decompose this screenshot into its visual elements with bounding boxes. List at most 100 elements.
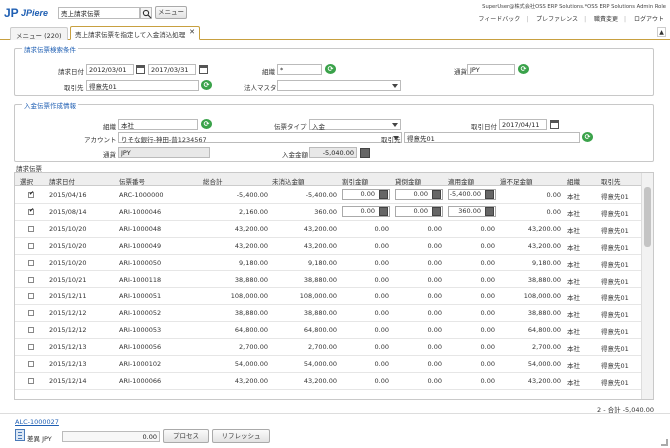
lookup-icon[interactable]: ⟳ — [518, 64, 529, 74]
cell-writeoff-input[interactable]: 0.00 — [395, 205, 443, 217]
account-select[interactable]: りそな銀行-神田-普1234567 — [118, 132, 402, 144]
close-icon[interactable]: ✕ — [189, 28, 195, 36]
col-overunder[interactable]: 過不足金額 — [500, 176, 533, 186]
allocation-link[interactable]: ALC-1000027 — [15, 418, 59, 426]
table-row[interactable]: 2015/04/16 ARC-1000000 -5,400.00 -5,400.00 0… — [15, 187, 641, 204]
cell-open: -5,400.00 — [305, 191, 337, 199]
doctype-select[interactable]: 入金 — [309, 119, 401, 131]
bp-field[interactable] — [86, 80, 199, 91]
lookup-icon[interactable]: ⟳ — [325, 64, 336, 74]
resize-handle-icon[interactable] — [661, 439, 668, 446]
trx-date-label: 取引日付 — [471, 123, 497, 131]
search-icon-button[interactable] — [140, 7, 152, 19]
cell-open: 43,200.00 — [303, 376, 337, 385]
change-role-link[interactable]: 職責変更 — [594, 16, 618, 23]
tab-allocation[interactable]: 売上請求伝票を指定して入金消込処理 ✕ — [70, 26, 200, 40]
col-total[interactable]: 総合計 — [203, 176, 223, 186]
col-select[interactable]: 選択 — [20, 176, 33, 186]
corp-master-select[interactable] — [277, 80, 401, 91]
calculator-icon[interactable] — [485, 206, 494, 216]
cell-overunder: 0.00 — [546, 191, 561, 199]
cell-applied-input[interactable]: 360.00 — [448, 205, 496, 217]
col-discount[interactable]: 割引金額 — [342, 176, 368, 186]
cell-discount: 0.00 — [374, 292, 389, 301]
search-icon — [142, 9, 152, 19]
menu-button[interactable]: メニュー — [155, 6, 187, 19]
row-select-checkbox[interactable] — [28, 225, 34, 232]
row-select-checkbox[interactable] — [28, 377, 34, 384]
calendar-icon[interactable] — [550, 120, 559, 129]
cell-applied-input[interactable]: -5,400.00 — [448, 189, 496, 200]
document-icon[interactable] — [15, 429, 25, 441]
app-logo[interactable]: JP JPiere — [4, 6, 64, 20]
table-row[interactable]: 2015/10/20 ARI-1000049 43,200.00 43,200.00 0… — [15, 238, 641, 255]
cell-writeoff: 0.00 — [427, 275, 442, 284]
row-select-checkbox[interactable] — [28, 190, 34, 198]
table-row[interactable]: 2015/10/20 ARI-1000050 9,180.00 9,180.00 0.0… — [15, 255, 641, 272]
cell-date: 2015/12/13 — [49, 343, 87, 352]
feedback-link[interactable]: フィードバック — [478, 16, 520, 23]
calculator-icon[interactable] — [379, 206, 388, 216]
lookup-icon[interactable]: ⟳ — [582, 132, 593, 142]
cell-writeoff-input[interactable]: 0.00 — [395, 189, 443, 200]
col-bp[interactable]: 取引先 — [601, 176, 621, 186]
table-row[interactable]: 2015/10/20 ARI-1000048 43,200.00 43,200.00 0… — [15, 221, 641, 238]
cell-discount-input[interactable]: 0.00 — [342, 189, 390, 200]
row-select-checkbox[interactable] — [28, 276, 34, 283]
col-open[interactable]: 未消込金額 — [272, 176, 305, 186]
row-select-checkbox[interactable] — [28, 310, 34, 317]
lookup-icon[interactable]: ⟳ — [201, 80, 212, 90]
row-select-checkbox[interactable] — [28, 259, 34, 266]
table-row[interactable]: 2015/08/14 ARI-1000046 2,160.00 360.00 0.00 0… — [15, 204, 641, 221]
invoice-date-to[interactable] — [148, 64, 196, 75]
row-select-checkbox[interactable] — [28, 344, 34, 351]
cell-applied: 0.00 — [480, 360, 495, 368]
invoice-date-from[interactable] — [86, 64, 134, 75]
cell-open: 2,700.00 — [308, 343, 337, 352]
cell-open: 38,880.00 — [303, 275, 337, 284]
table-row[interactable]: 2015/12/12 ARI-1000053 64,800.00 64,800.00 0… — [15, 322, 641, 340]
pay-bp-field[interactable] — [404, 132, 580, 143]
trx-date-field[interactable] — [499, 119, 547, 130]
table-row[interactable]: 2015/10/21 ARI-1000118 38,880.00 38,880.00 0… — [15, 272, 641, 289]
calendar-icon[interactable] — [199, 65, 208, 74]
calculator-icon[interactable] — [432, 206, 441, 216]
cell-date: 2015/10/21 — [49, 275, 87, 284]
table-row[interactable]: 2015/12/13 ARI-1000102 54,000.00 54,000.00 0… — [15, 356, 641, 373]
table-row[interactable]: 2015/12/13 ARI-1000056 2,700.00 2,700.00 0.0… — [15, 339, 641, 356]
pay-org-field[interactable] — [118, 119, 198, 130]
table-row[interactable]: 2015/12/14 ARI-1000066 43,200.00 43,200.00 0… — [15, 373, 641, 390]
logout-link[interactable]: ログアウト — [634, 16, 664, 23]
col-org[interactable]: 組織 — [567, 176, 580, 186]
col-writeoff[interactable]: 貸倒金額 — [395, 176, 421, 186]
preferences-link[interactable]: プレファレンス — [536, 16, 578, 23]
table-row[interactable]: 2015/12/11 ARI-1000051 108,000.00 108,000.0… — [15, 288, 641, 306]
process-button[interactable]: プロセス — [163, 429, 209, 443]
scrollbar-thumb[interactable] — [644, 187, 651, 247]
grid-scrollbar[interactable] — [641, 173, 653, 399]
row-select-checkbox[interactable] — [28, 242, 34, 249]
col-docno[interactable]: 伝票番号 — [119, 176, 145, 186]
tab-menu[interactable]: メニュー (220) — [10, 27, 68, 40]
calculator-icon[interactable] — [432, 190, 441, 199]
cell-docno: ARI-1000056 — [119, 343, 162, 352]
col-applied[interactable]: 適用金額 — [448, 176, 474, 186]
calendar-icon[interactable] — [136, 65, 145, 74]
row-select-checkbox[interactable] — [28, 293, 34, 300]
row-select-checkbox[interactable] — [28, 361, 34, 367]
cell-total: 43,200.00 — [234, 376, 268, 385]
col-date[interactable]: 請求日付 — [49, 176, 75, 186]
calculator-icon[interactable] — [485, 190, 494, 199]
currency-field[interactable] — [467, 64, 515, 75]
row-select-checkbox[interactable] — [28, 327, 34, 334]
lookup-icon[interactable]: ⟳ — [201, 119, 212, 129]
cell-discount-input[interactable]: 0.00 — [342, 205, 390, 217]
global-search-input[interactable] — [58, 7, 140, 19]
calculator-icon[interactable] — [379, 190, 388, 199]
refresh-button[interactable]: リフレッシュ — [212, 429, 270, 443]
scroll-up-icon[interactable]: ▲ — [657, 27, 666, 37]
org-field[interactable] — [277, 64, 322, 75]
calculator-icon[interactable] — [360, 148, 370, 158]
table-row[interactable]: 2015/12/12 ARI-1000052 38,880.00 38,880.00 0… — [15, 305, 641, 323]
row-select-checkbox[interactable] — [28, 207, 34, 215]
